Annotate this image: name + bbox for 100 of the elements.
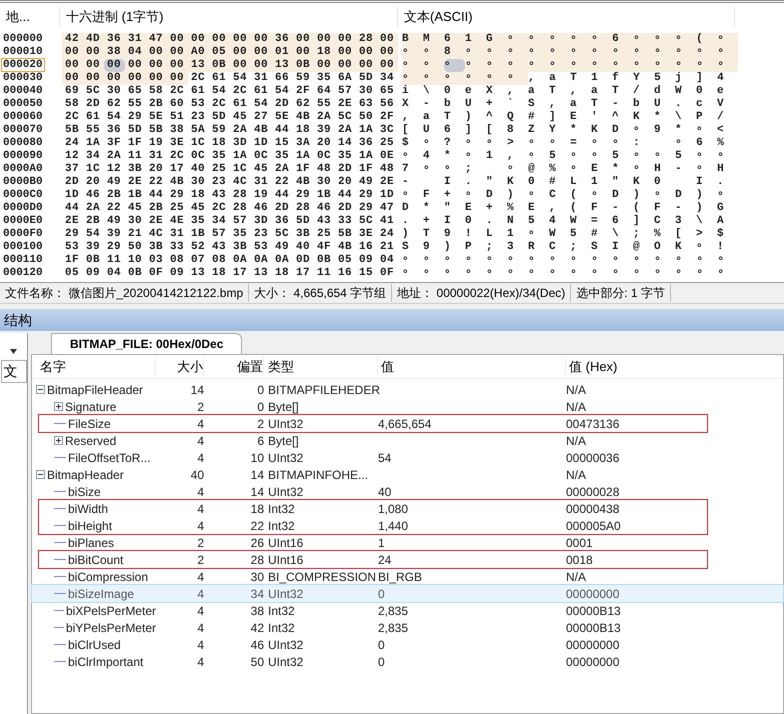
offset-cell-text: 14 [250, 466, 264, 484]
column-header[interactable]: 十六进制 (1字节) [60, 7, 398, 27]
size-cell-text: 4 [196, 602, 204, 620]
column-header[interactable]: 偏置 [204, 356, 264, 376]
tree-row[interactable]: Signature 2 0 Byte[] N/A [32, 398, 783, 415]
ascii-text: ∘∘∘∘∘∘∘∘∘∘∘∘∘ [465, 59, 738, 72]
hex-value-cell-text: 0018 [566, 552, 593, 568]
tree-row[interactable]: biHeight 4 22 Int32 1,440 000005A0 [32, 517, 707, 534]
column-header[interactable]: 类型 [264, 356, 378, 376]
collapse-icon[interactable] [36, 470, 45, 479]
column-header[interactable]: 地... [0, 7, 60, 27]
field-name: FileOffsetToR... [68, 450, 150, 466]
field-name: biClrImportant [68, 654, 144, 670]
value-cell: 2,835 [378, 604, 408, 618]
offset-cell-text: 6 [256, 432, 264, 450]
hex-bytes: 2C 61 54 31 66 59 35 6A 5D 34 [190, 72, 396, 85]
field-name: biBitCount [68, 552, 124, 568]
hex-bytes: 00 [104, 59, 125, 72]
status-text: 地址： 00000022(Hex)/34(Dec) [392, 284, 572, 302]
column-header[interactable]: 值 [378, 356, 566, 376]
tree-row[interactable]: FileSize 4 2 UInt32 4,665,654 00473136 [32, 415, 707, 432]
hex-value-cell-text: 00473136 [566, 416, 620, 432]
value-cell: 1,440 [378, 518, 408, 532]
value-cell: BI_RGB [378, 570, 422, 584]
tree-row[interactable]: Reserved 4 6 Byte[] N/A [32, 432, 783, 449]
hex-value-cell-text: 00000000 [566, 586, 620, 602]
ascii-text: ,aT1fY5j]4 [528, 72, 738, 85]
ascii-text: $∘?∘∘>∘∘=∘∘: ∘6% [402, 137, 738, 150]
tree-row[interactable]: biXPelsPerMeter 4 38 Int32 2,835 00000B13 [32, 602, 783, 619]
tree-row[interactable]: BitmapHeader 40 14 BITMAPINFOHE... N/A [32, 466, 783, 483]
field-name: biWidth [68, 500, 108, 518]
column-header[interactable]: 值 (Hex) [566, 356, 618, 376]
tree-row[interactable]: biCompression 4 30 BI_COMPRESSION BI_RGB N/A [32, 568, 783, 585]
address-label: 000060 [2, 111, 44, 123]
side-tab[interactable]: 文 [0, 360, 26, 383]
hex-value-cell-text: 00000B13 [566, 620, 621, 636]
ascii-text: S9)P;3RC;SI@OK∘! [402, 241, 738, 254]
tree-row[interactable]: biClrUsed 4 46 UInt32 0 00000000 [32, 636, 783, 653]
collapse-icon[interactable] [36, 385, 45, 394]
tree-row[interactable]: biYPelsPerMeter 4 42 Int32 2,835 00000B13 [32, 619, 783, 636]
type-cell: UInt32 [268, 416, 304, 430]
column-header[interactable]: 文本(ASCII) [398, 7, 735, 27]
offset-cell-text: 50 [250, 654, 264, 670]
tree-row[interactable]: biWidth 4 18 Int32 1,080 00000438 [32, 500, 707, 517]
field-name: biSize [68, 484, 101, 500]
type-cell: UInt32 [268, 484, 304, 498]
expand-icon[interactable] [54, 436, 63, 445]
offset-cell-text: 46 [250, 636, 264, 654]
field-name: FileSize [68, 416, 111, 432]
expand-icon[interactable] [54, 402, 63, 411]
field-name: biSizeImage [68, 586, 134, 602]
field-name: Reserved [65, 432, 116, 450]
tree-row[interactable]: biSize 4 14 UInt32 40 00000028 [32, 483, 783, 500]
hex-value-cell-text: 0001 [566, 534, 593, 552]
hex-value-cell-text: 00000000 [566, 654, 620, 670]
size-cell-text: 4 [196, 500, 204, 518]
address-label: 000040 [2, 85, 44, 97]
tree-row[interactable]: biBitCount 2 28 UInt16 24 0018 [32, 551, 707, 568]
size-cell-text: 4 [196, 586, 204, 602]
hex-bytes: 44 2A 22 45 2B 25 45 2C 28 46 2D 28 46 2D 29 47 [64, 202, 396, 215]
value-cell: 0 [378, 638, 385, 652]
hex-bytes: 69 5C 30 65 58 2C 61 54 2C 61 54 2F 64 57 30 65 [64, 85, 396, 98]
hex-bytes: 42 4D 36 31 47 00 00 00 00 00 36 00 00 00 28 00 [62, 33, 398, 46]
ascii-text: ∘4*∘1,∘5∘∘5∘∘5∘∘ [402, 150, 738, 163]
address-label: 000100 [2, 241, 44, 253]
tree-row[interactable]: biSizeImage 4 34 UInt32 0 00000000 [32, 585, 783, 602]
value-cell: 4,665,654 [378, 416, 432, 430]
offset-cell-text: 28 [250, 552, 264, 568]
field-name: biYPelsPerMeter [66, 620, 156, 636]
hex-bytes: 1D 46 2B 1B 44 29 18 43 28 19 44 29 1B 44 29 1D [64, 189, 396, 202]
tree-row[interactable]: biPlanes 2 26 UInt16 1 0001 [32, 534, 783, 551]
hex-bytes: 53 39 29 50 3B 33 52 43 3B 53 49 40 4F 4B 16 21 [64, 241, 396, 254]
value-cell: 0 [378, 586, 385, 600]
hex-bytes: 58 2D 62 55 2B 60 53 2C 61 54 2D 62 55 2E 63 56 [64, 98, 396, 111]
hex-value-cell-text: 00000438 [566, 500, 620, 518]
structure-tab[interactable]: BITMAP_FILE: 00Hex/0Dec [51, 333, 242, 354]
offset-cell-text: 26 [250, 534, 264, 552]
field-name: biPlanes [68, 534, 114, 552]
type-cell: Int32 [268, 518, 295, 532]
address-label: 0000A0 [2, 163, 44, 175]
dropdown-icon[interactable] [10, 349, 17, 354]
type-cell: Byte[] [268, 400, 299, 414]
offset-cell-text: 22 [250, 518, 264, 534]
tree-row[interactable]: FileOffsetToR... 4 10 UInt32 54 00000036 [32, 449, 783, 466]
status-text: 大小： 4,665,654 字节组 [249, 284, 392, 302]
hex-bytes: 12 34 2A 11 31 2C 0C 35 1A 0C 35 1A 0C 35 1A 0E [64, 150, 396, 163]
field-name: biClrUsed [68, 636, 121, 654]
address-label: 000080 [2, 137, 44, 149]
tree-row[interactable]: biClrImportant 4 50 UInt32 0 00000000 [32, 653, 783, 670]
tree-row[interactable]: BitmapFileHeader 14 0 BITMAPFILEHEDER N/A [32, 381, 783, 398]
size-cell-text: 4 [196, 620, 204, 636]
size-cell-text: 2 [196, 398, 204, 416]
value-cell: 0 [378, 654, 385, 668]
size-cell-text: 4 [196, 654, 204, 670]
column-header[interactable]: 大小 [156, 356, 204, 376]
hex-bytes: 5B 55 36 5D 5B 38 5A 59 2A 4B 44 18 39 2A 1A 3C [64, 124, 396, 137]
type-cell: UInt16 [268, 536, 304, 550]
column-header[interactable]: 名字 [32, 356, 156, 376]
hex-value-cell-text: N/A [566, 432, 586, 450]
hex-bytes: 29 54 39 21 4C 31 1B 57 35 23 5C 3B 25 5B 3E 24 [64, 228, 396, 241]
